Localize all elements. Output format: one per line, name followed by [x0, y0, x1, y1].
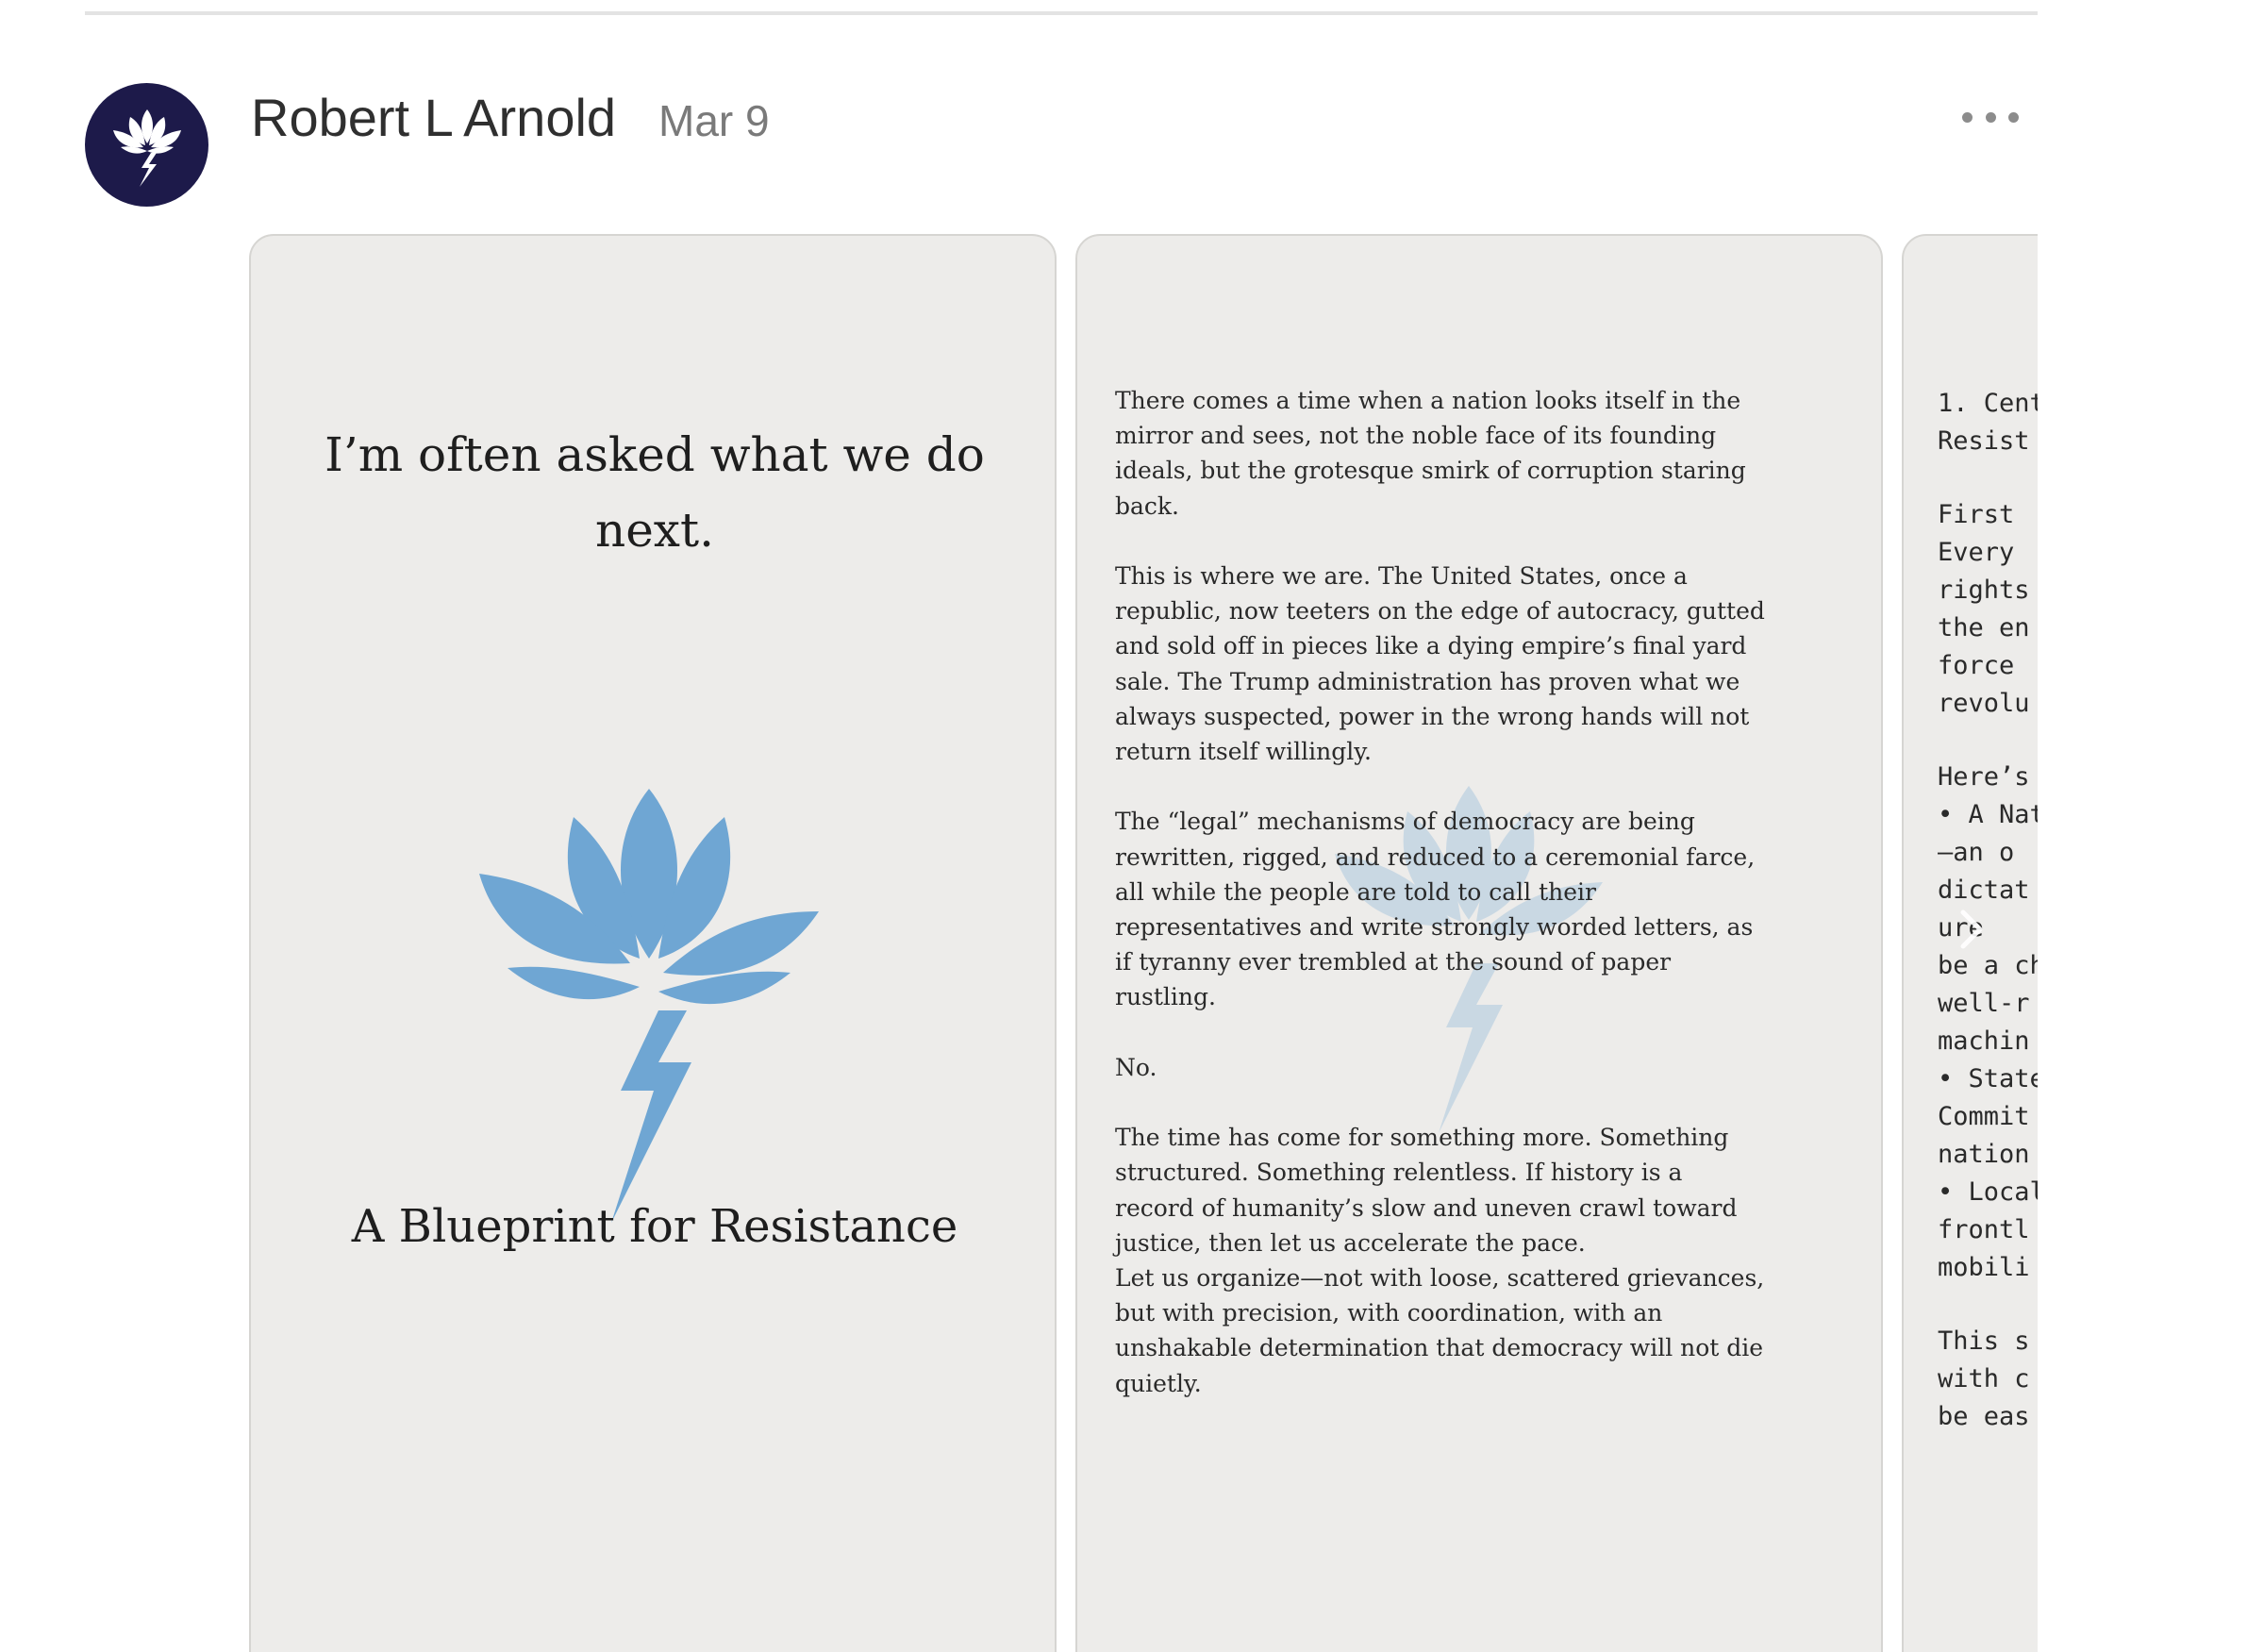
more-dot-icon: [1985, 111, 1996, 123]
more-dot-icon: [2008, 111, 2019, 123]
paragraph: The time has come for something more. So…: [1115, 1124, 1765, 1397]
paragraph: No.: [1115, 1053, 1157, 1081]
text-line: • State: [1938, 1064, 2038, 1093]
text-line: Commit: [1938, 1102, 2030, 1131]
text-line: rights: [1938, 576, 2030, 605]
carousel-slide-cover[interactable]: I’m often asked what we do next. A Bluep…: [249, 234, 1057, 1652]
image-carousel[interactable]: I’m often asked what we do next. A Bluep…: [249, 232, 2038, 1652]
text-line: First: [1938, 500, 2015, 529]
author-name[interactable]: Robert L Arnold: [251, 85, 616, 151]
text-line: Here’s: [1938, 762, 2030, 792]
text-line: Every: [1938, 538, 2015, 567]
text-line: force: [1938, 651, 2015, 680]
text-line: mobili: [1938, 1253, 2030, 1282]
paragraph: This is where we are. The United States,…: [1115, 562, 1765, 766]
paragraph: There comes a time when a nation looks i…: [1115, 387, 1746, 520]
text-line: nation: [1938, 1140, 2030, 1169]
post-date[interactable]: Mar 9: [658, 92, 770, 149]
post-header: Robert L Arnold Mar 9: [0, 0, 2264, 226]
slide-subtitle: A Blueprint for Resistance: [351, 1200, 958, 1253]
text-line: This s: [1938, 1327, 2030, 1356]
text-line: frontl: [1938, 1215, 2030, 1244]
text-line: Resist: [1938, 426, 2030, 456]
paragraph: The “legal” mechanisms of democracy are …: [1115, 808, 1756, 1011]
chevron-right-icon: [1960, 909, 1983, 949]
text-line: machin: [1938, 1026, 2030, 1056]
text-line: with c: [1938, 1364, 2030, 1393]
slide-body-text: There comes a time when a nation looks i…: [1115, 383, 1860, 1436]
text-line: —an o: [1938, 838, 2015, 867]
more-options-button[interactable]: [1962, 98, 2019, 136]
text-line: revolu: [1938, 689, 2030, 718]
text-line: • Local: [1938, 1177, 2038, 1207]
carousel-next-button[interactable]: [1943, 901, 2000, 958]
author-avatar[interactable]: [85, 83, 208, 207]
text-line: the en: [1938, 613, 2030, 642]
lotus-lightning-logo-icon: [470, 779, 828, 1251]
lotus-lightning-logo-icon: [112, 108, 181, 187]
carousel-slide-text[interactable]: There comes a time when a nation looks i…: [1075, 234, 1883, 1652]
slide-heading: I’m often asked what we do next.: [325, 427, 985, 558]
more-dot-icon: [1962, 111, 1973, 123]
text-line: • A Nat: [1938, 800, 2038, 829]
text-line: 1. Cent: [1938, 389, 2038, 418]
text-line: be eas: [1938, 1402, 2030, 1431]
text-line: well-r: [1938, 989, 2030, 1018]
